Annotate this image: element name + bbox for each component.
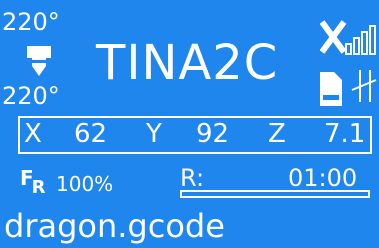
- position-panel: [18, 116, 372, 154]
- feedrate-percent: 100%: [56, 172, 114, 196]
- x-axis-label: X: [24, 119, 42, 149]
- print-time: 01:00: [288, 164, 358, 192]
- nozzle-icon: [27, 46, 51, 76]
- feedrate-icon: FR: [20, 168, 48, 197]
- print-filename: dragon.gcode: [4, 207, 225, 245]
- usb-icon: [351, 70, 377, 102]
- remaining-label: R:: [180, 164, 205, 192]
- printer-name: TINA2C: [96, 35, 279, 91]
- z-axis-label: Z: [268, 119, 286, 149]
- hotend-target-temp: 220°: [2, 8, 60, 36]
- wifi-disconnected-icon: [320, 20, 376, 55]
- hotend-current-temp: 220°: [2, 82, 60, 110]
- z-axis-value: 7.1: [324, 119, 366, 149]
- sd-card-icon: [320, 72, 342, 106]
- y-axis-label: Y: [146, 119, 162, 149]
- x-axis-value: 62: [74, 119, 108, 149]
- feedrate-icon-r: R: [31, 177, 46, 198]
- progress-bar: [180, 190, 370, 198]
- y-axis-value: 92: [196, 119, 230, 149]
